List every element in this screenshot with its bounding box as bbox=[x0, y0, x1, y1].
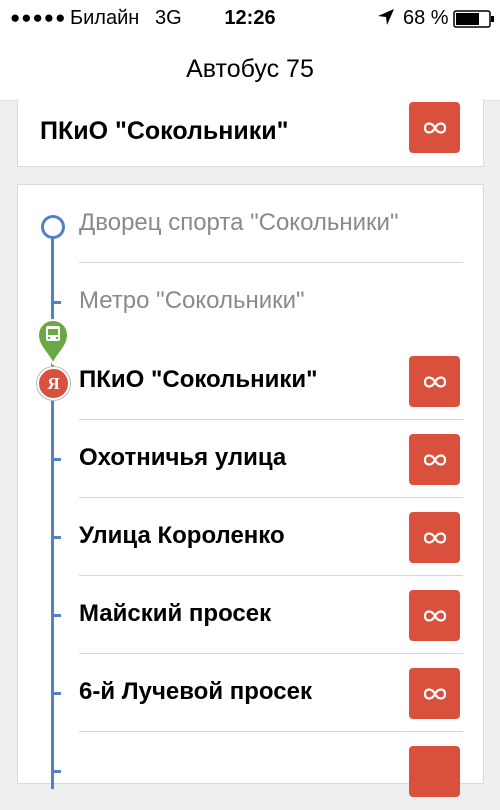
infinity-icon bbox=[423, 454, 447, 466]
stop-name: ПКиО "Сокольники" bbox=[79, 366, 318, 393]
battery-percentage: 68 % bbox=[403, 7, 449, 29]
route-stop-row[interactable] bbox=[18, 732, 483, 810]
stop-tick bbox=[52, 692, 61, 695]
stop-tick bbox=[52, 614, 61, 617]
stop-name: Майский просек bbox=[79, 600, 272, 627]
stop-tick bbox=[52, 536, 61, 539]
stop-forecast-button[interactable] bbox=[409, 356, 460, 407]
infinity-icon bbox=[423, 376, 447, 388]
route-stop-row[interactable]: Дворец спорта "Сокольники" bbox=[18, 185, 483, 263]
route-stop-row[interactable]: Майский просек bbox=[18, 576, 483, 654]
current-stop-name: ПКиО "Сокольники" bbox=[40, 117, 289, 145]
infinity-icon bbox=[423, 122, 447, 134]
stop-forecast-button[interactable] bbox=[409, 512, 460, 563]
stop-name: Охотничья улица bbox=[79, 444, 287, 471]
stop-forecast-button[interactable] bbox=[409, 590, 460, 641]
route-stops-list: Дворец спорта "Сокольники" Метро "Соколь… bbox=[17, 184, 484, 797]
stop-name: Улица Короленко bbox=[79, 522, 285, 549]
infinity-icon bbox=[423, 532, 447, 544]
stop-tick bbox=[52, 301, 61, 304]
route-stop-row[interactable]: Улица Короленко bbox=[18, 498, 483, 576]
stop-forecast-button[interactable] bbox=[409, 434, 460, 485]
navigation-bar: Автобус 75 bbox=[0, 38, 500, 101]
stop-name: 6-й Лучевой просек bbox=[79, 678, 312, 705]
route-stop-row[interactable]: 6-й Лучевой просек bbox=[18, 654, 483, 732]
stop-forecast-button[interactable] bbox=[409, 668, 460, 719]
stop-tick bbox=[52, 770, 61, 773]
location-arrow-icon bbox=[378, 9, 394, 25]
route-stop-row[interactable]: Метро "Сокольники" bbox=[18, 263, 483, 341]
stop-name: Метро "Сокольники" bbox=[79, 287, 305, 314]
infinity-icon bbox=[423, 688, 447, 700]
current-stop-card[interactable]: ПКиО "Сокольники" bbox=[17, 99, 484, 167]
stop-forecast-button[interactable] bbox=[409, 102, 460, 153]
stop-tick bbox=[52, 458, 61, 461]
route-start-marker bbox=[41, 215, 65, 239]
status-bar: ●●●●● Билайн 3G 12:26 68 % bbox=[0, 0, 500, 38]
infinity-icon bbox=[423, 610, 447, 622]
route-stop-row[interactable]: Охотничья улица bbox=[18, 420, 483, 498]
stop-name: Дворец спорта "Сокольники" bbox=[79, 209, 399, 236]
yandex-pin-icon: Я bbox=[37, 367, 70, 400]
battery-icon bbox=[453, 10, 494, 28]
stop-forecast-button[interactable] bbox=[409, 746, 460, 797]
page-title: Автобус 75 bbox=[186, 55, 314, 83]
route-stop-row-current[interactable]: ПКиО "Сокольники" bbox=[18, 342, 483, 420]
